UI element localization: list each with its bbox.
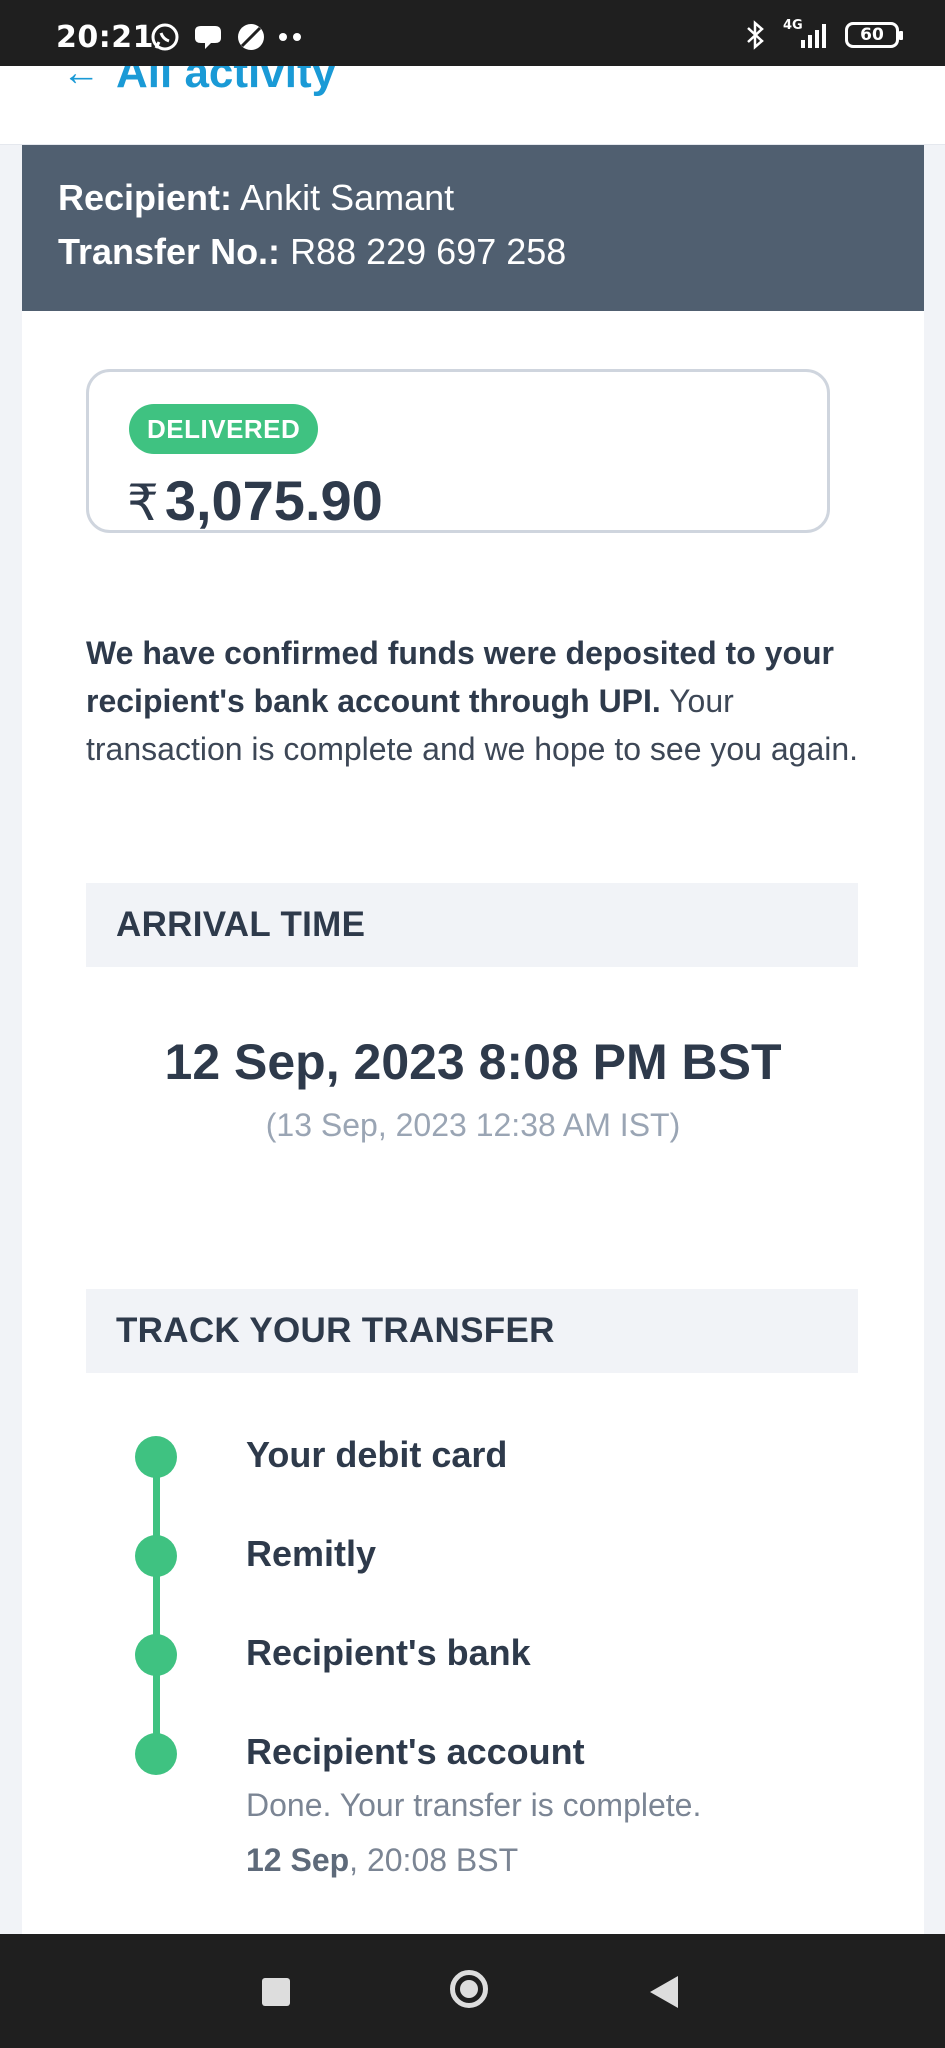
status-badge: DELIVERED [129, 404, 319, 454]
back-link-label: All activity [116, 66, 337, 97]
currency-symbol: ₹ [127, 474, 159, 532]
timeline-step-label: Recipient's bank [246, 1632, 531, 1673]
timeline-step-label: Recipient's account [246, 1731, 585, 1772]
back-link[interactable]: ← All activity [62, 66, 336, 98]
confirmation-message: We have confirmed funds were deposited t… [86, 629, 866, 773]
timeline-dot [135, 1733, 177, 1775]
timeline-step-label: Your debit card [246, 1434, 508, 1475]
amount-summary: DELIVERED ₹ 3,075.90 [86, 369, 830, 533]
back-arrow-icon: ← [62, 66, 100, 94]
bluetooth-icon [747, 20, 764, 50]
more-notifications-icon [279, 33, 301, 41]
timeline-step-date-bold: 12 Sep [246, 1842, 350, 1878]
timeline-dot [135, 1535, 177, 1577]
amount-value: 3,075.90 [164, 469, 383, 532]
recipient-label: Recipient: [58, 177, 233, 218]
transfer-number-line: Transfer No.: R88 229 697 258 [58, 231, 566, 273]
top-nav: ← All activity [0, 66, 945, 145]
track-transfer-heading: TRACK YOUR TRANSFER [86, 1289, 858, 1373]
cricket-ball-icon [238, 24, 264, 50]
whatsapp-icon [151, 23, 179, 51]
transfer-number-label: Transfer No.: [58, 231, 281, 272]
timeline-step-date-rest: , 20:08 BST [349, 1842, 519, 1878]
recipient-name: Ankit Samant [240, 177, 455, 218]
signal-bars-icon [801, 24, 826, 48]
back-button[interactable] [650, 1976, 678, 2008]
status-time: 20:21 [56, 20, 154, 55]
timeline-dot [135, 1634, 177, 1676]
system-icons: 4G 60 [745, 18, 903, 50]
arrival-time-heading: ARRIVAL TIME [86, 883, 858, 967]
battery-indicator: 60 [845, 22, 903, 48]
timeline-step-label: Remitly [246, 1533, 377, 1574]
notification-icons [150, 22, 302, 52]
transfer-number: R88 229 697 258 [290, 231, 567, 272]
transfer-amount: ₹ 3,075.90 [127, 468, 383, 533]
timeline-step-date: 12 Sep, 20:08 BST [246, 1842, 518, 1879]
system-nav-bar [0, 1934, 945, 2048]
timeline-dot [135, 1436, 177, 1478]
signal-indicator: 4G [781, 18, 831, 50]
transfer-header: Recipient: Ankit Samant Transfer No.: R8… [22, 145, 924, 311]
arrival-time: 12 Sep, 2023 8:08 PM BST [164, 1034, 782, 1090]
recipient-line: Recipient: Ankit Samant [58, 177, 454, 219]
timeline-step-detail: Done. Your transfer is complete. [246, 1787, 702, 1823]
recent-apps-button[interactable] [262, 1978, 290, 2006]
arrival-time-local: (13 Sep, 2023 12:38 AM IST) [265, 1107, 681, 1143]
transfer-card: Recipient: Ankit Samant Transfer No.: R8… [22, 145, 924, 1935]
status-bar: 20:21 4G 60 [0, 0, 945, 66]
timeline-line [153, 1457, 160, 1759]
home-button[interactable] [450, 1970, 488, 2008]
chat-bubble-icon [195, 26, 221, 49]
